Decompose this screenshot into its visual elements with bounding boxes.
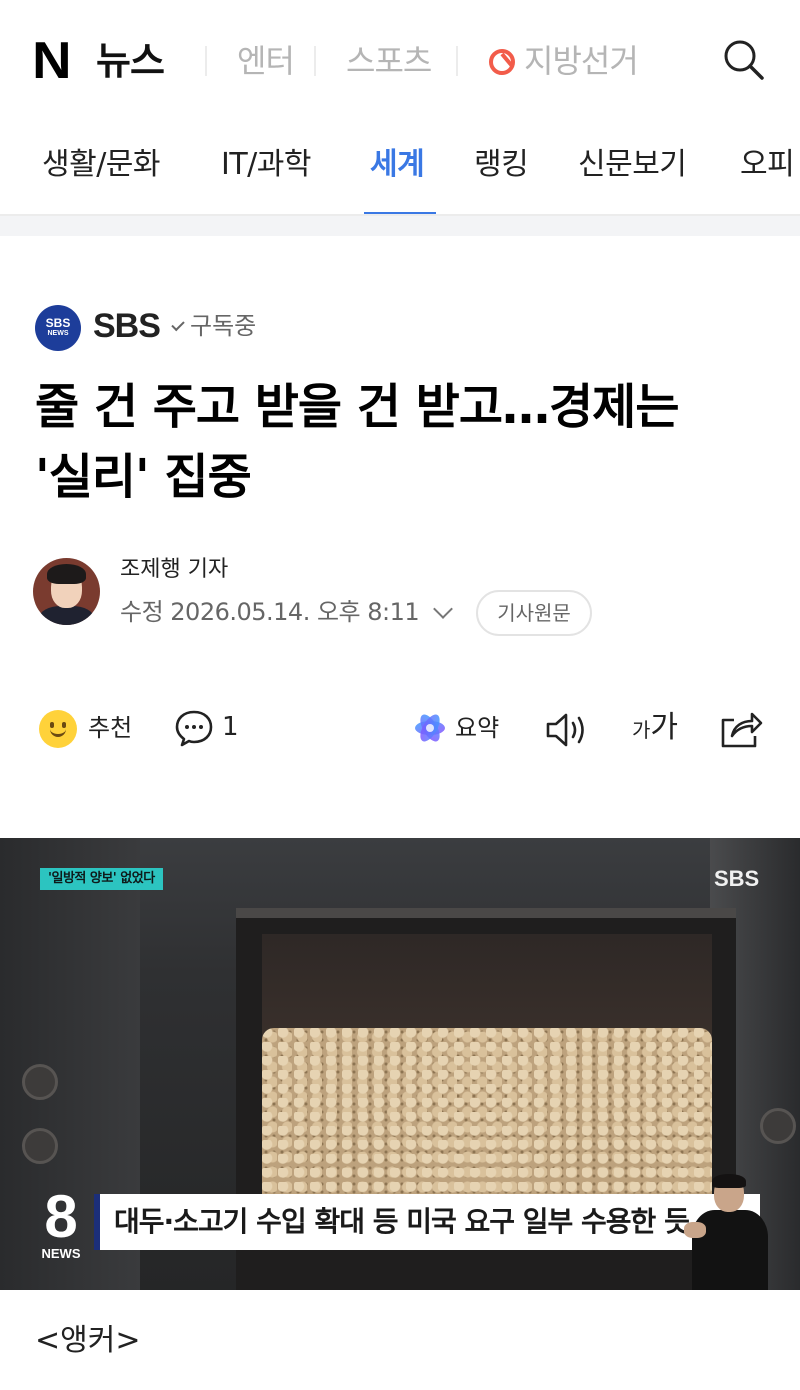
program-logo-label: NEWS [41,1246,81,1261]
video-caption: 대두·소고기 수입 확대 등 미국 요구 일부 수용한 듯 [94,1194,760,1250]
entertainment-link[interactable]: 엔터 [237,40,295,82]
sign-language-interpreter [684,1174,774,1290]
article-body-first-line: <앵커> [35,1323,141,1358]
font-small-label: 가 [632,718,651,742]
subscribe-label: 구독중 [190,312,257,340]
video-topic-tag: '일방적 양보' 없었다 [40,868,163,890]
news-home-link[interactable]: 뉴스 [96,38,165,84]
video-bolt [22,1064,58,1100]
tab-life-culture[interactable]: 생활/문화 [42,144,161,186]
video-bolt [22,1128,58,1164]
category-tabs: 생활/문화 IT/과학 세계 랭킹 신문보기 오피 [0,120,800,216]
tab-it-science[interactable]: IT/과학 [221,144,311,186]
article-headline: 줄 건 주고 받을 건 받고…경제는 '실리' 집중 [35,379,679,505]
author-avatar[interactable] [33,558,100,625]
modified-date: 수정 2026.05.14. 오후 8:11 [120,598,420,626]
section-divider [0,216,800,236]
program-logo: 8 NEWS [38,1183,84,1262]
naver-logo[interactable]: N [32,35,71,87]
election-icon [489,49,515,75]
check-icon [171,317,185,332]
original-article-button[interactable]: 기사원문 [476,590,592,636]
press-logo[interactable]: SBS NEWS [35,305,81,351]
share-icon[interactable] [718,706,764,750]
top-header: N 뉴스 엔터 스포츠 지방선거 [0,0,800,120]
comment-count[interactable]: 1 [222,710,239,744]
video-bolt [760,1108,796,1144]
recommend-icon[interactable] [39,710,77,748]
local-election-link[interactable]: 지방선거 [524,40,639,82]
tab-world[interactable]: 세계 [370,144,425,186]
press-logo-subtext: NEWS [47,330,69,337]
summary-label[interactable]: 요약 [455,712,499,744]
press-logo-text: SBS [45,316,71,330]
author-name[interactable]: 조제행 기자 [120,555,228,585]
press-name[interactable]: SBS [93,304,161,348]
divider [205,46,207,76]
article-video[interactable]: '일방적 양보' 없었다 SBS 8 NEWS 대두·소고기 수입 확대 등 미… [0,838,800,1290]
recommend-label[interactable]: 추천 [88,712,132,744]
tab-newspaper[interactable]: 신문보기 [578,144,687,186]
sports-link[interactable]: 스포츠 [346,40,432,82]
divider [314,46,316,76]
broadcaster-watermark: SBS [714,866,760,891]
divider [456,46,458,76]
search-icon[interactable] [722,38,764,80]
tab-ranking[interactable]: 랭킹 [474,144,529,186]
speaker-icon[interactable] [544,710,590,750]
video-soybeans [262,1028,712,1218]
ai-summary-icon[interactable] [412,710,448,746]
chevron-down-icon[interactable] [433,599,453,619]
font-large-label: 가 [650,710,679,745]
tab-opinion[interactable]: 오피 [740,144,795,186]
subscribe-button[interactable]: 구독중 [171,310,257,342]
comment-icon[interactable] [174,708,214,748]
font-size-button[interactable]: 가가 [632,708,678,750]
program-logo-number: 8 [44,1183,78,1250]
